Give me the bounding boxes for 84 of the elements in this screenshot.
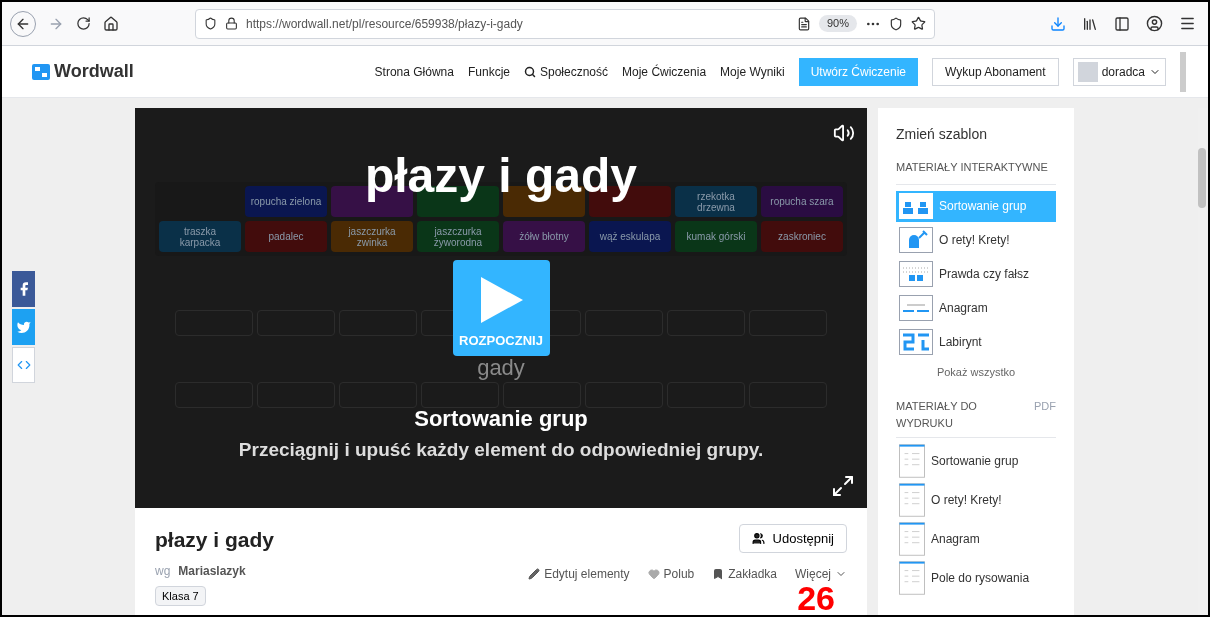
word-tile: rzekotka drzewna (675, 186, 757, 217)
shield-icon (204, 17, 217, 30)
users-icon (751, 532, 765, 545)
zoom-level[interactable]: 90% (818, 15, 857, 32)
word-tile: kumak górski (675, 221, 757, 252)
template-thumbnail-icon (899, 261, 933, 287)
template-name: Sortowanie grup (414, 406, 588, 432)
twitter-icon (15, 319, 32, 335)
menu-icon[interactable] (1179, 15, 1196, 32)
show-all-link[interactable]: Pokaż wszystko (936, 363, 1016, 380)
lock-icon (225, 17, 238, 30)
tag-chip[interactable]: Klasa 7 (155, 585, 206, 606)
twitter-button[interactable] (12, 309, 35, 345)
printable-item[interactable]: Anagram (896, 522, 1056, 556)
user-menu[interactable]: doradca (1072, 57, 1166, 86)
pdf-label: PDF (1034, 399, 1056, 414)
home-icon[interactable] (103, 15, 119, 32)
template-thumbnail-icon (899, 329, 933, 355)
star-icon[interactable] (911, 16, 926, 31)
address-bar[interactable]: https://wordwall.net/pl/resource/659938/płazy-i-gady 90% (195, 8, 935, 39)
template-thumbnail-icon (899, 295, 933, 321)
nav-link[interactable]: Moje Wyniki (720, 62, 785, 81)
printable-item[interactable]: Sortowanie grup (896, 444, 1056, 478)
account-icon[interactable] (1146, 15, 1163, 32)
group-label: gady (477, 356, 525, 380)
template-thumbnail-icon (899, 227, 933, 253)
search-icon (524, 65, 536, 78)
word-tile: padalec (245, 221, 327, 252)
worksheet-icon (899, 483, 925, 517)
word-tile: ropucha szara (761, 186, 843, 217)
action-link[interactable]: Więcej (795, 565, 847, 583)
by-label: wg (155, 562, 171, 580)
sidebar-title: Zmień szablon (896, 125, 989, 144)
printable-item[interactable]: Pole do rysowania (896, 561, 1056, 595)
template-item[interactable]: Labirynt (896, 326, 1056, 358)
nav-link[interactable]: Moje Ćwiczenia (622, 62, 707, 81)
sidebar-icon[interactable] (1114, 15, 1130, 32)
word-tile: traszka karpacka (159, 221, 241, 252)
word-tile: jaszczurka żyworodna (417, 221, 499, 252)
reader-view-icon[interactable] (796, 16, 811, 31)
section-heading: MATERIAŁY DO WYDRUKU (896, 399, 978, 431)
template-item[interactable]: O rety! Krety! (896, 224, 1056, 256)
fullscreen-icon[interactable] (831, 474, 855, 498)
word-tile: jaszczurka zwinka (331, 221, 413, 252)
author-link[interactable]: Mariaslazyk (178, 561, 246, 580)
template-item[interactable]: Prawda czy fałsz (896, 258, 1056, 290)
embed-code-icon (16, 358, 31, 372)
instruction-text: Przeciągnij i upuść każdy element do odpowiedniej grupy. (238, 438, 764, 462)
bookmark-icon (712, 568, 725, 580)
scrollbar-thumb[interactable] (1198, 148, 1206, 208)
word-tile: zaskroniec (761, 221, 843, 252)
heart-icon (647, 568, 660, 580)
printable-item[interactable]: O rety! Krety! (896, 483, 1056, 517)
speaker-icon[interactable] (833, 122, 855, 144)
avatar-icon (1077, 61, 1098, 82)
nav-link[interactable]: Funkcje (467, 62, 510, 81)
share-button[interactable]: Udostępnij (738, 524, 847, 553)
facebook-button[interactable] (12, 271, 35, 307)
page-number: 26 (797, 583, 835, 613)
template-item[interactable]: Anagram (896, 292, 1056, 324)
game-title: płazy i gady (364, 148, 638, 204)
pencil-icon (528, 568, 541, 580)
play-icon (479, 276, 523, 323)
logo-text[interactable]: Wordwall (54, 58, 134, 85)
reload-icon[interactable] (76, 16, 91, 31)
download-icon[interactable] (1050, 15, 1066, 32)
action-link[interactable]: Edytuj elementy (528, 565, 630, 583)
worksheet-icon (899, 444, 925, 478)
word-tile: żółw błotny (503, 221, 585, 252)
nav-link[interactable]: Strona Główna (374, 62, 454, 81)
subscribe-button[interactable]: Wykup Abonament (932, 57, 1059, 86)
word-tile: wąż eskulapa (589, 221, 671, 252)
action-link[interactable]: Polub (647, 565, 695, 583)
section-heading: MATERIAŁY INTERAKTYWNE (896, 159, 1056, 185)
worksheet-icon (899, 561, 925, 595)
template-thumbnail-icon (899, 193, 933, 219)
action-link[interactable]: Zakładka (712, 565, 777, 583)
word-tile: ropucha zielona (245, 186, 327, 217)
worksheet-icon (899, 522, 925, 556)
activity-title: płazy i gady (155, 527, 275, 553)
url-text: https://wordwall.net/pl/resource/659938/płazy-i-gady (246, 15, 524, 33)
logo-icon (32, 63, 50, 80)
library-icon[interactable] (1082, 15, 1098, 32)
nav-link[interactable]: Społeczność (524, 62, 609, 81)
